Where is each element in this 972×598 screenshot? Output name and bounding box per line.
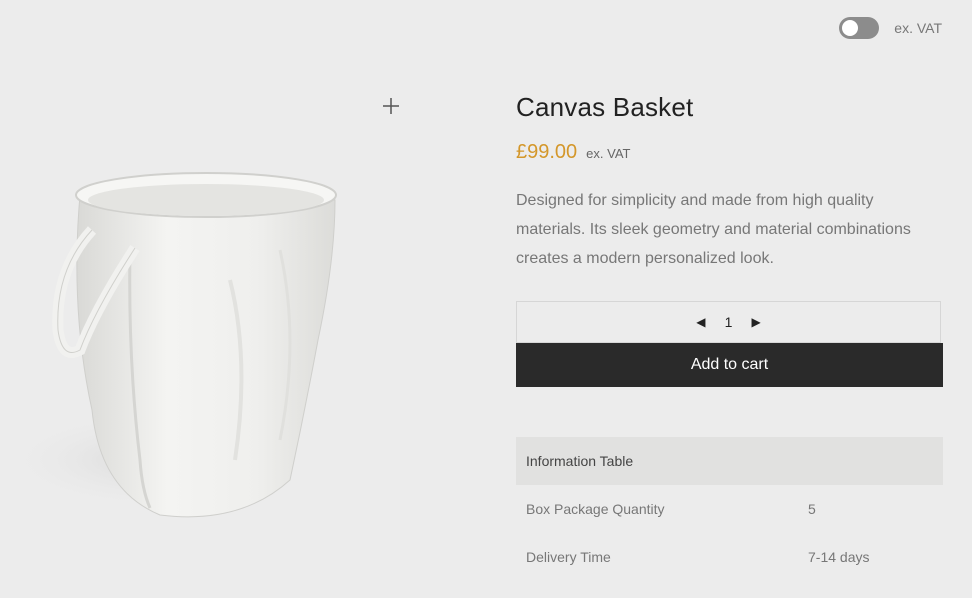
table-header: Information Table [516, 437, 943, 485]
product-title: Canvas Basket [516, 92, 694, 122]
toggle-knob [842, 20, 859, 36]
qty-decrement-button[interactable]: ◀ [696, 315, 705, 329]
table-row: Delivery Time 7-14 days [516, 533, 943, 581]
qty-increment-button[interactable]: ▶ [752, 315, 761, 329]
add-to-cart-button[interactable]: Add to cart [516, 343, 943, 387]
information-table: Information Table Box Package Quantity 5… [516, 437, 943, 581]
product-description: Designed for simplicity and made from hi… [516, 192, 911, 267]
price-row: £99.00 ex. VAT [516, 141, 943, 164]
zoom-plus-icon[interactable] [380, 95, 402, 117]
table-cell-value: 5 [808, 501, 816, 517]
quantity-stepper: ◀ 1 ▶ [516, 301, 941, 343]
table-cell-value: 7-14 days [808, 549, 870, 565]
price-vat-suffix: ex. VAT [586, 146, 631, 161]
table-row: Box Package Quantity 5 [516, 485, 943, 533]
product-info: Canvas Basket £99.00 ex. VAT Designed fo… [516, 92, 943, 581]
vat-toggle[interactable] [839, 17, 880, 39]
product-image [0, 160, 360, 530]
vat-toggle-label: ex. VAT [894, 20, 942, 36]
vat-switch: ex. VAT [839, 17, 942, 39]
qty-value[interactable]: 1 [724, 314, 734, 330]
product-price: £99.00 [516, 141, 578, 163]
table-cell-label: Box Package Quantity [526, 501, 665, 517]
table-cell-label: Delivery Time [526, 549, 611, 565]
